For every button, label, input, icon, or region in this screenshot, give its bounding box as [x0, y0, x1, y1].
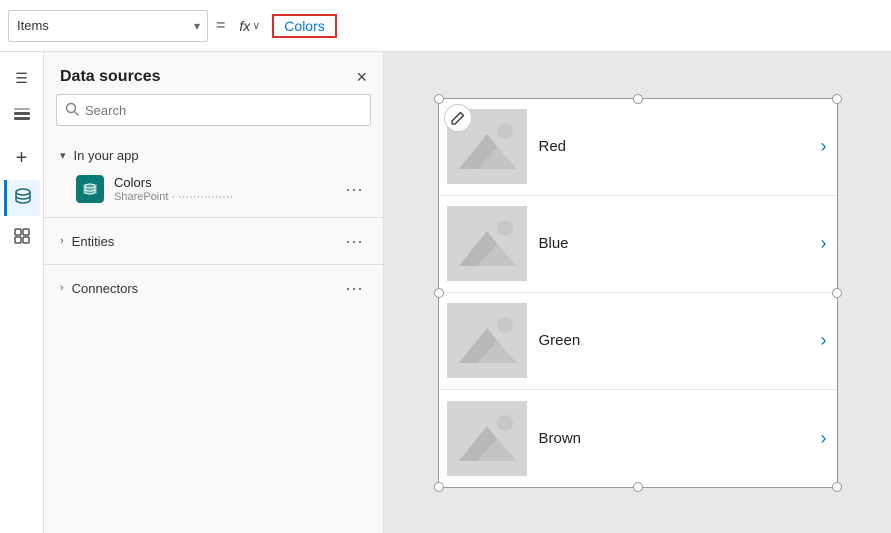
table-row[interactable]: Brown › [439, 390, 837, 487]
formula-value-box[interactable]: Colors [272, 14, 336, 38]
data-icon-btn[interactable] [4, 180, 40, 216]
connectors-label: Connectors [72, 281, 341, 296]
gallery-thumb-brown [447, 401, 527, 476]
colors-sub: SharePoint · ··············· [114, 191, 341, 203]
colors-datasource-item[interactable]: Colors SharePoint · ··············· ··· [44, 169, 383, 209]
items-dropdown-wrapper[interactable]: Items [8, 10, 208, 42]
tree-section: ▾ In your app Colors SharePoi [44, 138, 383, 533]
table-row[interactable]: Green › [439, 293, 837, 390]
in-your-app-header[interactable]: ▾ In your app [44, 142, 383, 169]
fx-button[interactable]: fx ∨ [233, 14, 266, 38]
gallery-thumb-green [447, 303, 527, 378]
connectors-more-icon[interactable]: ··· [341, 279, 367, 297]
database-icon [14, 187, 32, 210]
plus-icon: + [16, 147, 28, 170]
chevron-down-icon: ▾ [60, 149, 66, 162]
gallery-row-label-red: Red [539, 138, 821, 155]
gallery-row-arrow-green: › [821, 330, 837, 351]
panel-close-button[interactable]: × [356, 68, 367, 86]
gallery-row-label-green: Green [539, 332, 821, 349]
edit-icon[interactable] [444, 104, 472, 132]
entities-label: Entities [72, 234, 341, 249]
in-your-app-group: ▾ In your app Colors SharePoi [44, 138, 383, 213]
chevron-right-icon-2: › [60, 282, 64, 294]
top-bar: Items = fx ∨ Colors [0, 0, 891, 52]
gallery-row-label-blue: Blue [539, 235, 821, 252]
main-layout: ☰ + [0, 52, 891, 533]
search-input[interactable] [85, 103, 362, 118]
search-box [56, 94, 371, 126]
items-select[interactable]: Items [8, 10, 208, 42]
panel-title: Data sources [60, 68, 161, 86]
search-icon [65, 102, 79, 119]
component-icon-btn[interactable] [4, 220, 40, 256]
component-icon [13, 227, 31, 250]
gallery-row-arrow-red: › [821, 136, 837, 157]
colors-info: Colors SharePoint · ··············· [114, 175, 341, 203]
gallery-row-label-brown: Brown [539, 430, 821, 447]
data-sources-panel: Data sources × ▾ In your app [44, 52, 384, 533]
table-row[interactable]: Red › [439, 99, 837, 196]
fx-chevron-icon: ∨ [252, 19, 260, 32]
equals-sign: = [216, 17, 225, 35]
panel-header: Data sources × [44, 52, 383, 94]
colors-name: Colors [114, 175, 341, 190]
divider-1 [44, 217, 383, 218]
in-your-app-label: In your app [74, 148, 367, 163]
gallery-list: Red › Blue › [438, 98, 838, 488]
sidebar-icons-panel: ☰ + [0, 52, 44, 533]
entities-group: › Entities ··· [44, 222, 383, 260]
layers-icon-btn[interactable] [4, 100, 40, 136]
entities-more-icon[interactable]: ··· [341, 232, 367, 250]
hamburger-icon-btn[interactable]: ☰ [4, 60, 40, 96]
connectors-group: › Connectors ··· [44, 269, 383, 307]
gallery-thumb-blue [447, 206, 527, 281]
fx-text: fx [239, 18, 250, 34]
gallery-row-arrow-blue: › [821, 233, 837, 254]
gallery-row-arrow-brown: › [821, 428, 837, 449]
connectors-header[interactable]: › Connectors ··· [44, 273, 383, 303]
canvas-area: Red › Blue › [384, 52, 891, 533]
entities-header[interactable]: › Entities ··· [44, 226, 383, 256]
layers-icon [13, 107, 31, 130]
formula-bar: Items = fx ∨ Colors [8, 10, 348, 42]
canvas-inner: Red › Blue › [384, 52, 891, 533]
colors-more-icon[interactable]: ··· [341, 180, 367, 198]
divider-2 [44, 264, 383, 265]
add-icon-btn[interactable]: + [4, 140, 40, 176]
hamburger-icon: ☰ [15, 70, 28, 87]
chevron-right-icon: › [60, 235, 64, 247]
table-row[interactable]: Blue › [439, 196, 837, 293]
gallery-container[interactable]: Red › Blue › [438, 98, 838, 488]
colors-datasource-icon [76, 175, 104, 203]
